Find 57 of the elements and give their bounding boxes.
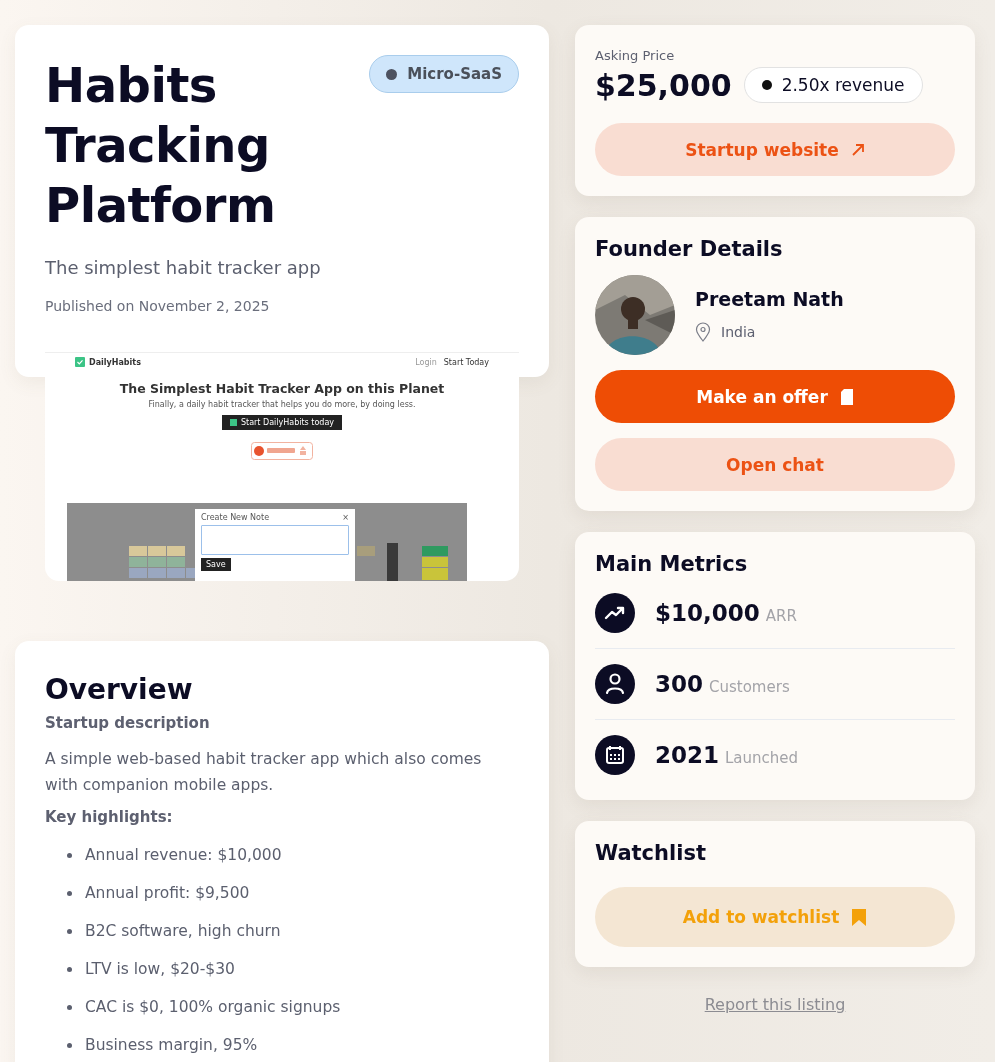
bullet-icon [67, 890, 72, 896]
nav-link[interactable]: Login [415, 357, 437, 367]
section-title: Overview [45, 673, 194, 706]
dialog-title: Create New Note [201, 513, 270, 522]
screenshot-subline: Finally, a daily habit tracker that helps you do more, by doing less. [148, 400, 416, 409]
startup-description: A simple web-based habit tracker app which also comes with companion mobile apps. [45, 749, 483, 796]
user-icon [595, 664, 635, 704]
nav-link[interactable]: Start Today [443, 357, 489, 367]
subsection-title: Key highlights: [45, 808, 174, 826]
card-title: Founder Details [595, 237, 784, 261]
listing-tagline: The simplest habit tracker app [45, 257, 322, 278]
card-title: Main Metrics [595, 552, 749, 576]
metric-label: Launched [725, 749, 799, 767]
published-date: November 2, 2025 [138, 298, 270, 314]
location-pin-icon [695, 322, 711, 342]
document-icon [839, 388, 854, 405]
founder-name: Preetam Nath [695, 288, 844, 310]
metric-label: ARR [765, 607, 797, 625]
highlight-item: Annual profit: $9,500 [85, 884, 250, 902]
bullet-icon [67, 1004, 72, 1010]
chat-button[interactable]: Open chat [595, 438, 955, 491]
metric-value: $10,000 [655, 600, 760, 626]
subsection-title: Startup description [45, 714, 211, 732]
save-button[interactable]: Save [201, 558, 231, 571]
revenue-multiple-tag: 2.50x revenue [743, 67, 923, 103]
highlight-item: Business margin, 95% [85, 1036, 258, 1054]
bookmark-icon [851, 907, 868, 927]
brand-name: DailyHabits [89, 357, 141, 367]
start-button[interactable]: Start DailyHabits today [221, 415, 343, 430]
highlight-item: LTV is low, $20-$30 [85, 960, 235, 978]
note-field[interactable] [201, 525, 349, 555]
highlight-item: Annual revenue: $10,000 [85, 846, 282, 864]
website-button[interactable]: Startup website [595, 123, 955, 176]
published-label: Published on [45, 298, 135, 314]
screenshot-headline: The Simplest Habit Tracker App on this Planet [119, 381, 445, 396]
metric-value: 300 [655, 671, 703, 697]
report-link[interactable]: Report this listing [698, 994, 852, 1015]
bullet-icon [67, 928, 72, 934]
asking-price: $25,000 [595, 67, 732, 103]
price-label: Asking Price [595, 48, 676, 63]
offer-button[interactable]: Make an offer [595, 370, 955, 423]
external-link-icon [850, 142, 865, 157]
trend-up-icon [595, 593, 635, 633]
close-button[interactable]: × [342, 513, 349, 522]
bullet-icon [67, 1042, 72, 1048]
highlight-item: B2C software, high churn [85, 922, 281, 940]
metric-value: 2021 [655, 742, 719, 768]
metric-label: Customers [709, 678, 790, 696]
bullet-icon [67, 852, 72, 858]
award-badge-icon [251, 442, 313, 460]
card-title: Watchlist [595, 841, 707, 865]
highlight-item: CAC is $0, 100% organic signups [85, 998, 341, 1016]
bullet-icon [67, 966, 72, 972]
listing-title: Habits Tracking Platform [45, 56, 277, 235]
calendar-icon [595, 735, 635, 775]
founder-location: India [721, 324, 756, 340]
category-tag: Micro-SaaS [369, 55, 519, 93]
